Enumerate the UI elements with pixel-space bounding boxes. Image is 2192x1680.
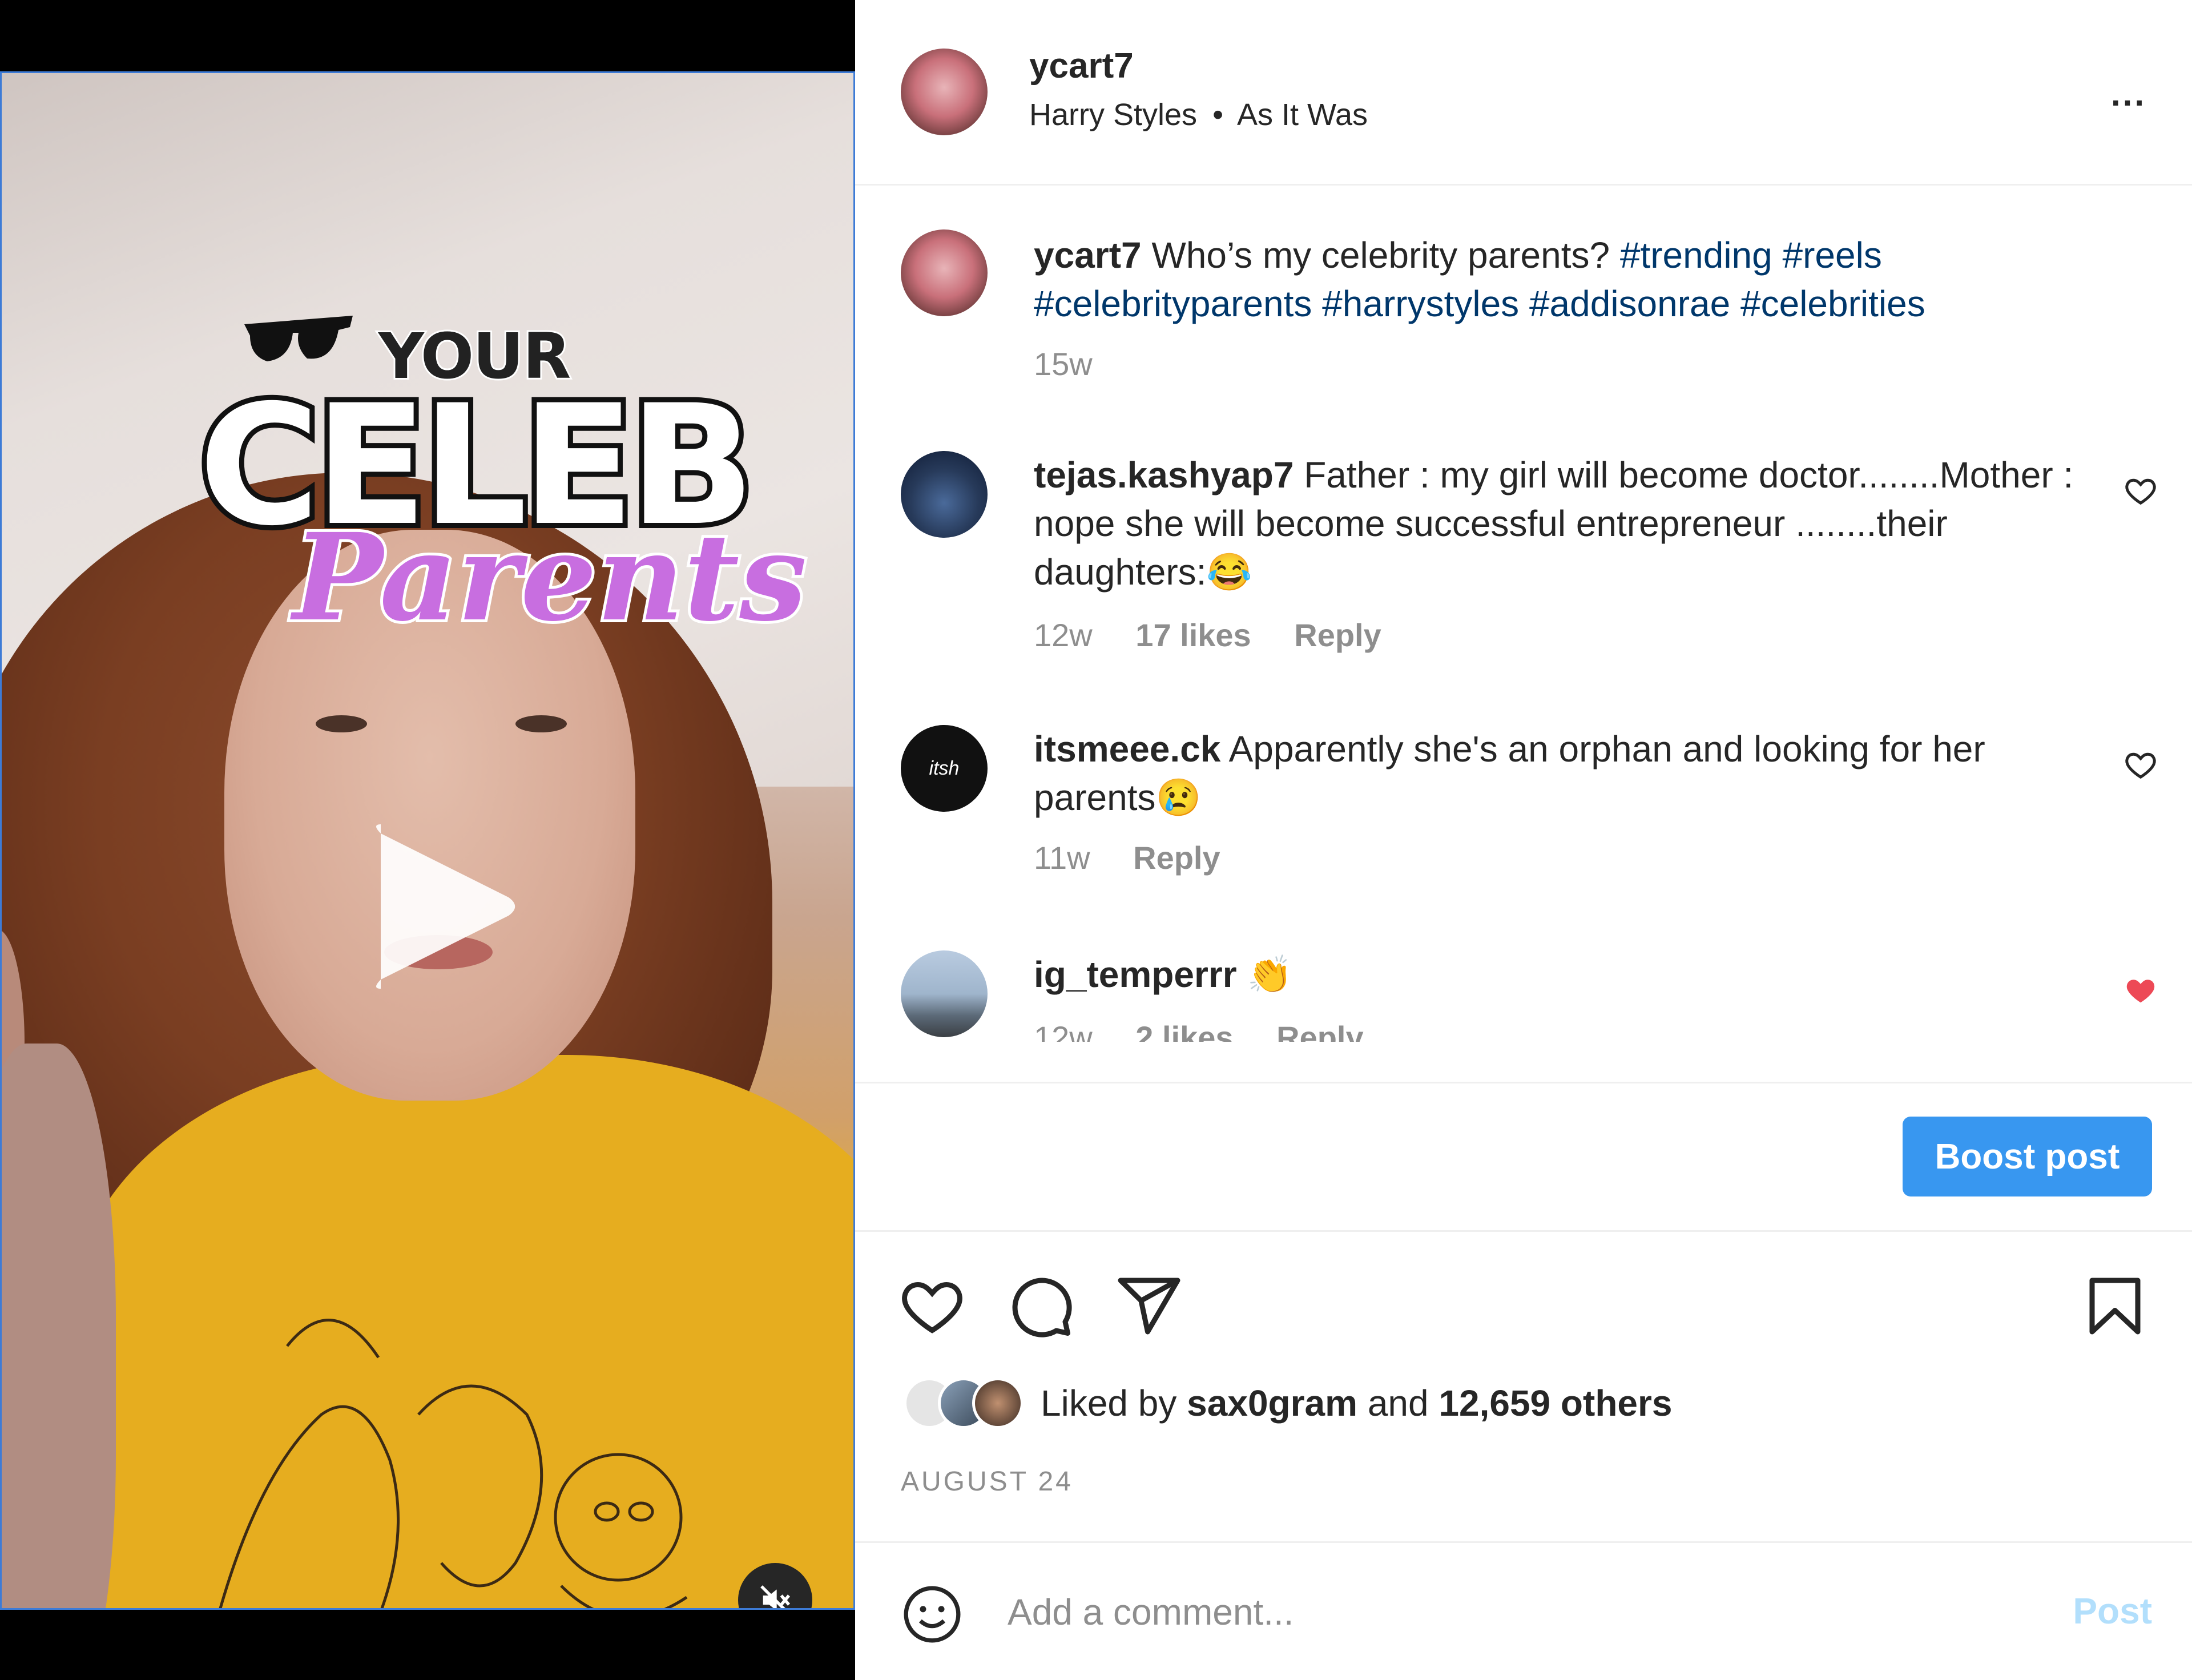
video-subject-eye: [515, 715, 567, 732]
comment-text: itsmeee.ck Apparently she's an orphan an…: [1034, 725, 2090, 822]
liked-by-conj: and: [1367, 1383, 1429, 1424]
avatar-monogram: itsh: [929, 757, 960, 779]
avatar[interactable]: [901, 451, 988, 538]
post-caption: ycart7 Who’s my celebrity parents? #tren…: [1034, 231, 2090, 328]
liked-by-username[interactable]: sax0gram: [1187, 1382, 1357, 1424]
comment-likes-count[interactable]: 2 likes: [1135, 1020, 1233, 1042]
caption-username[interactable]: ycart7: [1034, 235, 1142, 276]
avatar[interactable]: [901, 229, 988, 316]
post-actions: Liked by sax0gram and 12,659 others AUGU…: [855, 1232, 2192, 1543]
video-panel: YOUR CELEB Parents: [0, 0, 855, 1680]
add-comment-bar: Post: [855, 1543, 2192, 1680]
hashtag-link[interactable]: #harrystyles: [1322, 283, 1519, 324]
comment-input[interactable]: [1006, 1577, 1979, 1647]
post-details-panel: ycart7 Harry Styles • As It Was ... ycar…: [855, 0, 2192, 1680]
like-comment-heart-icon[interactable]: [2124, 474, 2158, 508]
effect-title-parents: Parents: [290, 504, 809, 651]
comment-likes-count[interactable]: 17 likes: [1135, 617, 1251, 653]
reply-button[interactable]: Reply: [1133, 840, 1220, 876]
comment-username[interactable]: ig_temperrr: [1034, 954, 1237, 995]
caption-text: Who’s my celebrity parents?: [1151, 235, 1610, 276]
hashtag-link[interactable]: #addisonrae: [1529, 283, 1730, 324]
avatar[interactable]: [901, 49, 988, 135]
hashtag-link[interactable]: #celebrities: [1740, 283, 1925, 324]
comment-username[interactable]: itsmeee.ck: [1034, 728, 1220, 770]
post-date[interactable]: AUGUST 24: [901, 1466, 1073, 1497]
comment-timestamp[interactable]: 11w: [1034, 840, 1090, 876]
video-second-person: [2, 1044, 116, 1608]
audio-attribution[interactable]: Harry Styles • As It Was: [1029, 97, 1368, 132]
liked-comment-heart-icon[interactable]: [2124, 973, 2158, 1008]
video-subject-eye: [316, 715, 367, 732]
like-heart-icon[interactable]: [898, 1272, 966, 1340]
comment-bubble-icon[interactable]: [1006, 1272, 1075, 1340]
post-comment-button[interactable]: Post: [2073, 1590, 2152, 1632]
play-icon[interactable]: [344, 815, 527, 998]
audio-artist[interactable]: Harry Styles: [1029, 98, 1197, 132]
liked-by: Liked by sax0gram and 12,659 others: [904, 1377, 1673, 1429]
caption-timestamp[interactable]: 15w: [1034, 346, 1093, 382]
speaker-muted-icon: [760, 1585, 791, 1608]
reply-button[interactable]: Reply: [1276, 1020, 1364, 1042]
more-icon: ...: [2110, 75, 2146, 113]
comment-text: tejas.kashyap7 Father : my girl will bec…: [1034, 451, 2090, 597]
avatar[interactable]: itsh: [901, 725, 988, 812]
likes-count[interactable]: 12,659 others: [1438, 1382, 1672, 1424]
liked-by-prefix: Liked by: [1041, 1383, 1177, 1424]
reply-button[interactable]: Reply: [1294, 617, 1381, 653]
hashtag-link[interactable]: #celebrityparents: [1034, 283, 1312, 324]
video-player[interactable]: YOUR CELEB Parents: [0, 71, 855, 1610]
comment-username[interactable]: tejas.kashyap7: [1034, 454, 1294, 495]
share-paper-plane-icon[interactable]: [1115, 1272, 1183, 1340]
like-comment-heart-icon[interactable]: [2124, 748, 2158, 782]
caption-meta: 15w: [1034, 345, 1127, 382]
audio-separator: •: [1212, 98, 1223, 132]
boost-section: Boost post: [855, 1082, 2192, 1232]
liker-avatar: [972, 1377, 1024, 1429]
comment-meta: 12w 2 likes Reply: [1034, 1019, 1398, 1042]
comment-timestamp[interactable]: 12w: [1034, 1020, 1093, 1042]
comment-meta: 12w 17 likes Reply: [1034, 617, 1416, 654]
comment-meta: 11w Reply: [1034, 839, 1255, 876]
comment-text: ig_temperrr 👏: [1034, 950, 2090, 999]
comments-list[interactable]: ycart7 Who’s my celebrity parents? #tren…: [855, 186, 2192, 1042]
shirt-print-illustration: [219, 1319, 688, 1608]
sunglasses-icon: [244, 316, 353, 361]
hashtag-link[interactable]: #trending: [1620, 235, 1772, 276]
more-options-button[interactable]: ...: [2111, 74, 2146, 114]
save-bookmark-icon[interactable]: [2081, 1272, 2149, 1340]
comment-timestamp[interactable]: 12w: [1034, 617, 1093, 653]
hashtag-link[interactable]: #reels: [1783, 235, 1882, 276]
post-header: ycart7 Harry Styles • As It Was ...: [855, 0, 2192, 186]
avatar[interactable]: [901, 950, 988, 1037]
comment-body: 👏: [1247, 954, 1293, 995]
post-author-username[interactable]: ycart7: [1029, 46, 1134, 86]
emoji-icon[interactable]: [901, 1583, 964, 1646]
audio-title[interactable]: As It Was: [1237, 98, 1368, 132]
boost-post-button[interactable]: Boost post: [1903, 1117, 2152, 1196]
